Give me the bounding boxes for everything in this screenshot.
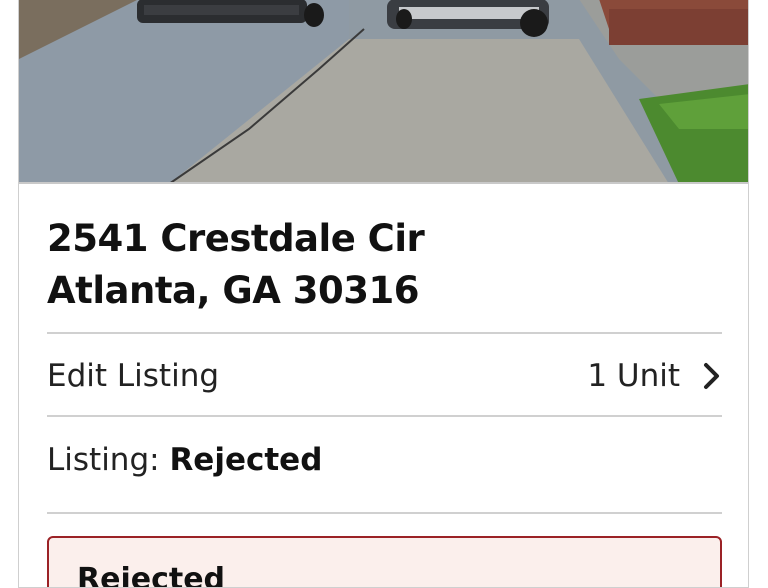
listing-status-value: Rejected — [169, 442, 323, 478]
listing-status: Listing: Rejected — [47, 442, 322, 478]
divider — [47, 512, 722, 514]
alert-title: Rejected — [77, 562, 226, 588]
address-line-2: Atlanta, GA 30316 — [47, 269, 420, 312]
units-group: 1 Unit — [587, 358, 722, 394]
property-photo — [19, 0, 748, 184]
units-count: 1 Unit — [587, 358, 680, 394]
edit-listing-row[interactable]: Edit Listing 1 Unit — [47, 337, 722, 415]
listing-status-label: Listing: — [47, 442, 160, 478]
divider — [47, 332, 722, 334]
chevron-right-icon — [704, 363, 719, 389]
rejection-alert: Rejected — [47, 536, 722, 588]
edit-listing-label: Edit Listing — [47, 358, 220, 394]
divider — [47, 415, 722, 417]
property-address: 2541 Crestdale Cir Atlanta, GA 30316 — [47, 213, 425, 317]
listing-card: 2541 Crestdale Cir Atlanta, GA 30316 Edi… — [18, 0, 749, 588]
address-line-1: 2541 Crestdale Cir — [47, 217, 425, 260]
